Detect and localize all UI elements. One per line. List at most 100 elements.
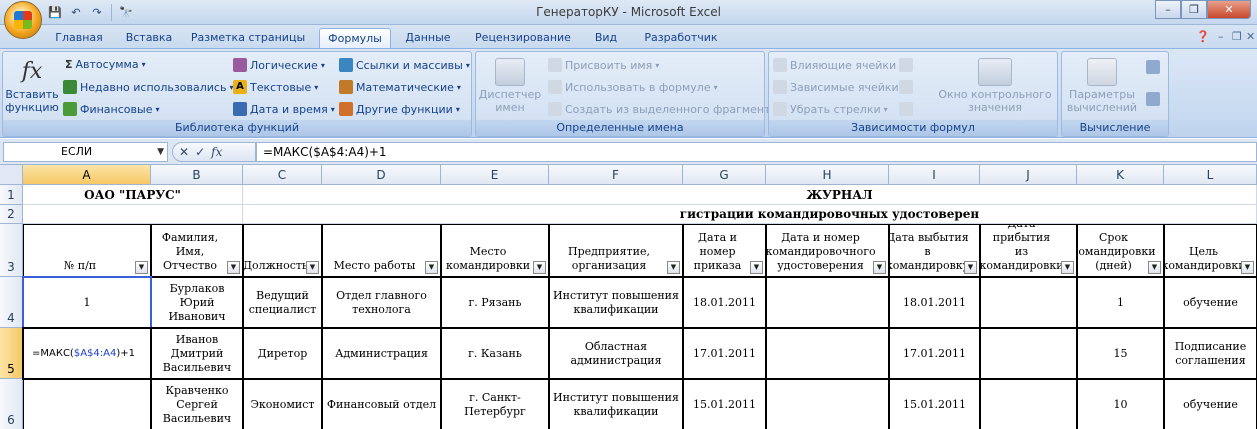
data-cell-c6[interactable]: Экономист [243,379,322,429]
name-manager-button[interactable]: Диспетчер имен [478,58,542,114]
data-cell-h4[interactable] [766,277,889,328]
data-cell-b4[interactable]: Бурлаков Юрий Иванович [151,277,243,328]
data-cell-d5[interactable]: Администрация [322,328,441,379]
row-header-3[interactable]: 3 [0,224,23,277]
data-cell-c5[interactable]: Диретор [243,328,322,379]
column-header-l[interactable]: L [1164,165,1257,185]
lookup-functions-button[interactable]: Ссылки и массивы ▾ [339,58,470,72]
column-header-g[interactable]: G [683,165,766,185]
error-checking-icon[interactable] [899,80,913,94]
data-cell-k5[interactable]: 15 [1077,328,1164,379]
data-cell-l5[interactable]: Подписание соглашения [1164,328,1257,379]
data-cell-b6[interactable]: Кравченко Сергей Васильевич [151,379,243,429]
journal-title-cell[interactable]: ЖУРНАЛ [243,185,1257,205]
data-cell-h6[interactable] [766,379,889,429]
close-button[interactable]: ✕ [1207,0,1251,19]
data-cell-f4[interactable]: Институт повышения квалификации [549,277,683,328]
column-header-c[interactable]: C [243,165,322,185]
data-cell-d6[interactable]: Финансовый отдел [322,379,441,429]
workbook-close-icon[interactable]: ✕ [1246,30,1255,43]
recent-functions-button[interactable]: Недавно использовались ▾ [63,80,233,94]
data-cell-e5[interactable]: г. Казань [441,328,549,379]
row-header-5[interactable]: 5 [0,328,23,379]
tab-formulas[interactable]: Формулы [319,28,391,49]
column-header-f[interactable]: F [549,165,683,185]
financial-functions-button[interactable]: Финансовые ▾ [63,102,159,116]
filter-dropdown-icon[interactable]: ▼ [667,261,680,274]
data-cell-i4[interactable]: 18.01.2011 [889,277,980,328]
data-cell-j6[interactable] [980,379,1077,429]
autosum-button[interactable]: Σ Автосумма ▾ [65,58,146,71]
trace-precedents-button[interactable]: Влияющие ячейки [773,58,896,72]
data-cell-k4[interactable]: 1 [1077,277,1164,328]
column-header-j[interactable]: J [980,165,1077,185]
data-cell-f6[interactable]: Институт повышения квалификации [549,379,683,429]
data-cell-j4[interactable] [980,277,1077,328]
select-all-corner[interactable] [0,165,23,185]
column-header-k[interactable]: K [1077,165,1164,185]
column-header-i[interactable]: I [889,165,980,185]
define-name-button[interactable]: Присвоить имя ▾ [548,58,659,72]
calculate-sheet-icon[interactable] [1146,92,1160,106]
data-cell-i6[interactable]: 15.01.2011 [889,379,980,429]
data-cell-g6[interactable]: 15.01.2011 [683,379,766,429]
column-header-b[interactable]: B [151,165,243,185]
header-cell-a[interactable]: № п/п [23,224,151,277]
office-button[interactable] [4,1,42,39]
enter-icon[interactable]: ✓ [195,145,205,159]
math-functions-button[interactable]: Математические ▾ [339,80,461,94]
calculate-now-icon[interactable] [1146,60,1160,74]
filter-dropdown-icon[interactable]: ▼ [306,261,319,274]
data-cell-e4[interactable]: г. Рязань [441,277,549,328]
tab-developer[interactable]: Разработчик [636,28,726,49]
row-header-1[interactable]: 1 [0,185,23,205]
save-icon[interactable]: 💾 [46,4,64,21]
watch-window-button[interactable]: Окно контрольного значения [937,58,1053,114]
filter-dropdown-icon[interactable]: ▼ [964,261,977,274]
filter-dropdown-icon[interactable]: ▼ [1241,261,1254,274]
logical-functions-button[interactable]: Логические ▾ [233,58,325,72]
fx-icon[interactable]: fx [211,145,222,159]
restore-button[interactable]: ❐ [1181,0,1207,19]
name-box[interactable]: ЕСЛИ ▼ [3,142,168,162]
data-cell-a4[interactable]: 1 [23,277,151,328]
data-cell-l4[interactable]: обучение [1164,277,1257,328]
trace-dependents-button[interactable]: Зависимые ячейки [773,80,899,94]
data-cell-l6[interactable]: обучение [1164,379,1257,429]
data-cell-g5[interactable]: 17.01.2011 [683,328,766,379]
filter-dropdown-icon[interactable]: ▼ [1061,261,1074,274]
tab-review[interactable]: Рецензирование [468,28,578,49]
header-cell-d[interactable]: Место работы [322,224,441,277]
filter-dropdown-icon[interactable]: ▼ [425,261,438,274]
data-cell-h5[interactable] [766,328,889,379]
data-cell-c4[interactable]: Ведущий специалист [243,277,322,328]
data-cell-a6[interactable] [23,379,151,429]
create-from-selection-button[interactable]: Создать из выделенного фрагмента [548,102,777,116]
row-header-4[interactable]: 4 [0,277,23,328]
text-functions-button[interactable]: A Текстовые ▾ [233,80,318,94]
remove-arrows-button[interactable]: Убрать стрелки ▾ [773,102,888,116]
column-header-e[interactable]: E [441,165,549,185]
column-header-h[interactable]: H [766,165,889,185]
data-cell-i5[interactable]: 17.01.2011 [889,328,980,379]
show-formulas-icon[interactable] [899,58,913,72]
cancel-icon[interactable]: ✕ [179,145,189,159]
journal-subtitle-cell[interactable]: гистрации командировочных удостоверен [243,205,1257,224]
tab-page-layout[interactable]: Разметка страницы [188,28,308,49]
binoculars-icon[interactable]: 🔭 [117,4,135,21]
data-cell-b5[interactable]: Иванов Дмитрий Васильевич [151,328,243,379]
evaluate-formula-icon[interactable] [899,102,913,116]
data-cell-k6[interactable]: 10 [1077,379,1164,429]
calculation-options-button[interactable]: Параметры вычислений [1066,58,1138,114]
company-cell[interactable]: ОАО "ПАРУС" [23,185,243,205]
column-header-a[interactable]: A [23,165,151,185]
undo-icon[interactable]: ↶ [67,4,85,21]
filter-dropdown-icon[interactable]: ▼ [135,261,148,274]
help-icon[interactable]: ❓ [1196,30,1210,43]
tab-home[interactable]: Главная [48,28,110,49]
row-header-2[interactable]: 2 [0,205,23,224]
empty-cell[interactable] [23,205,243,224]
redo-icon[interactable]: ↷ [88,4,106,21]
column-header-d[interactable]: D [322,165,441,185]
row-header-6[interactable]: 6 [0,379,23,429]
